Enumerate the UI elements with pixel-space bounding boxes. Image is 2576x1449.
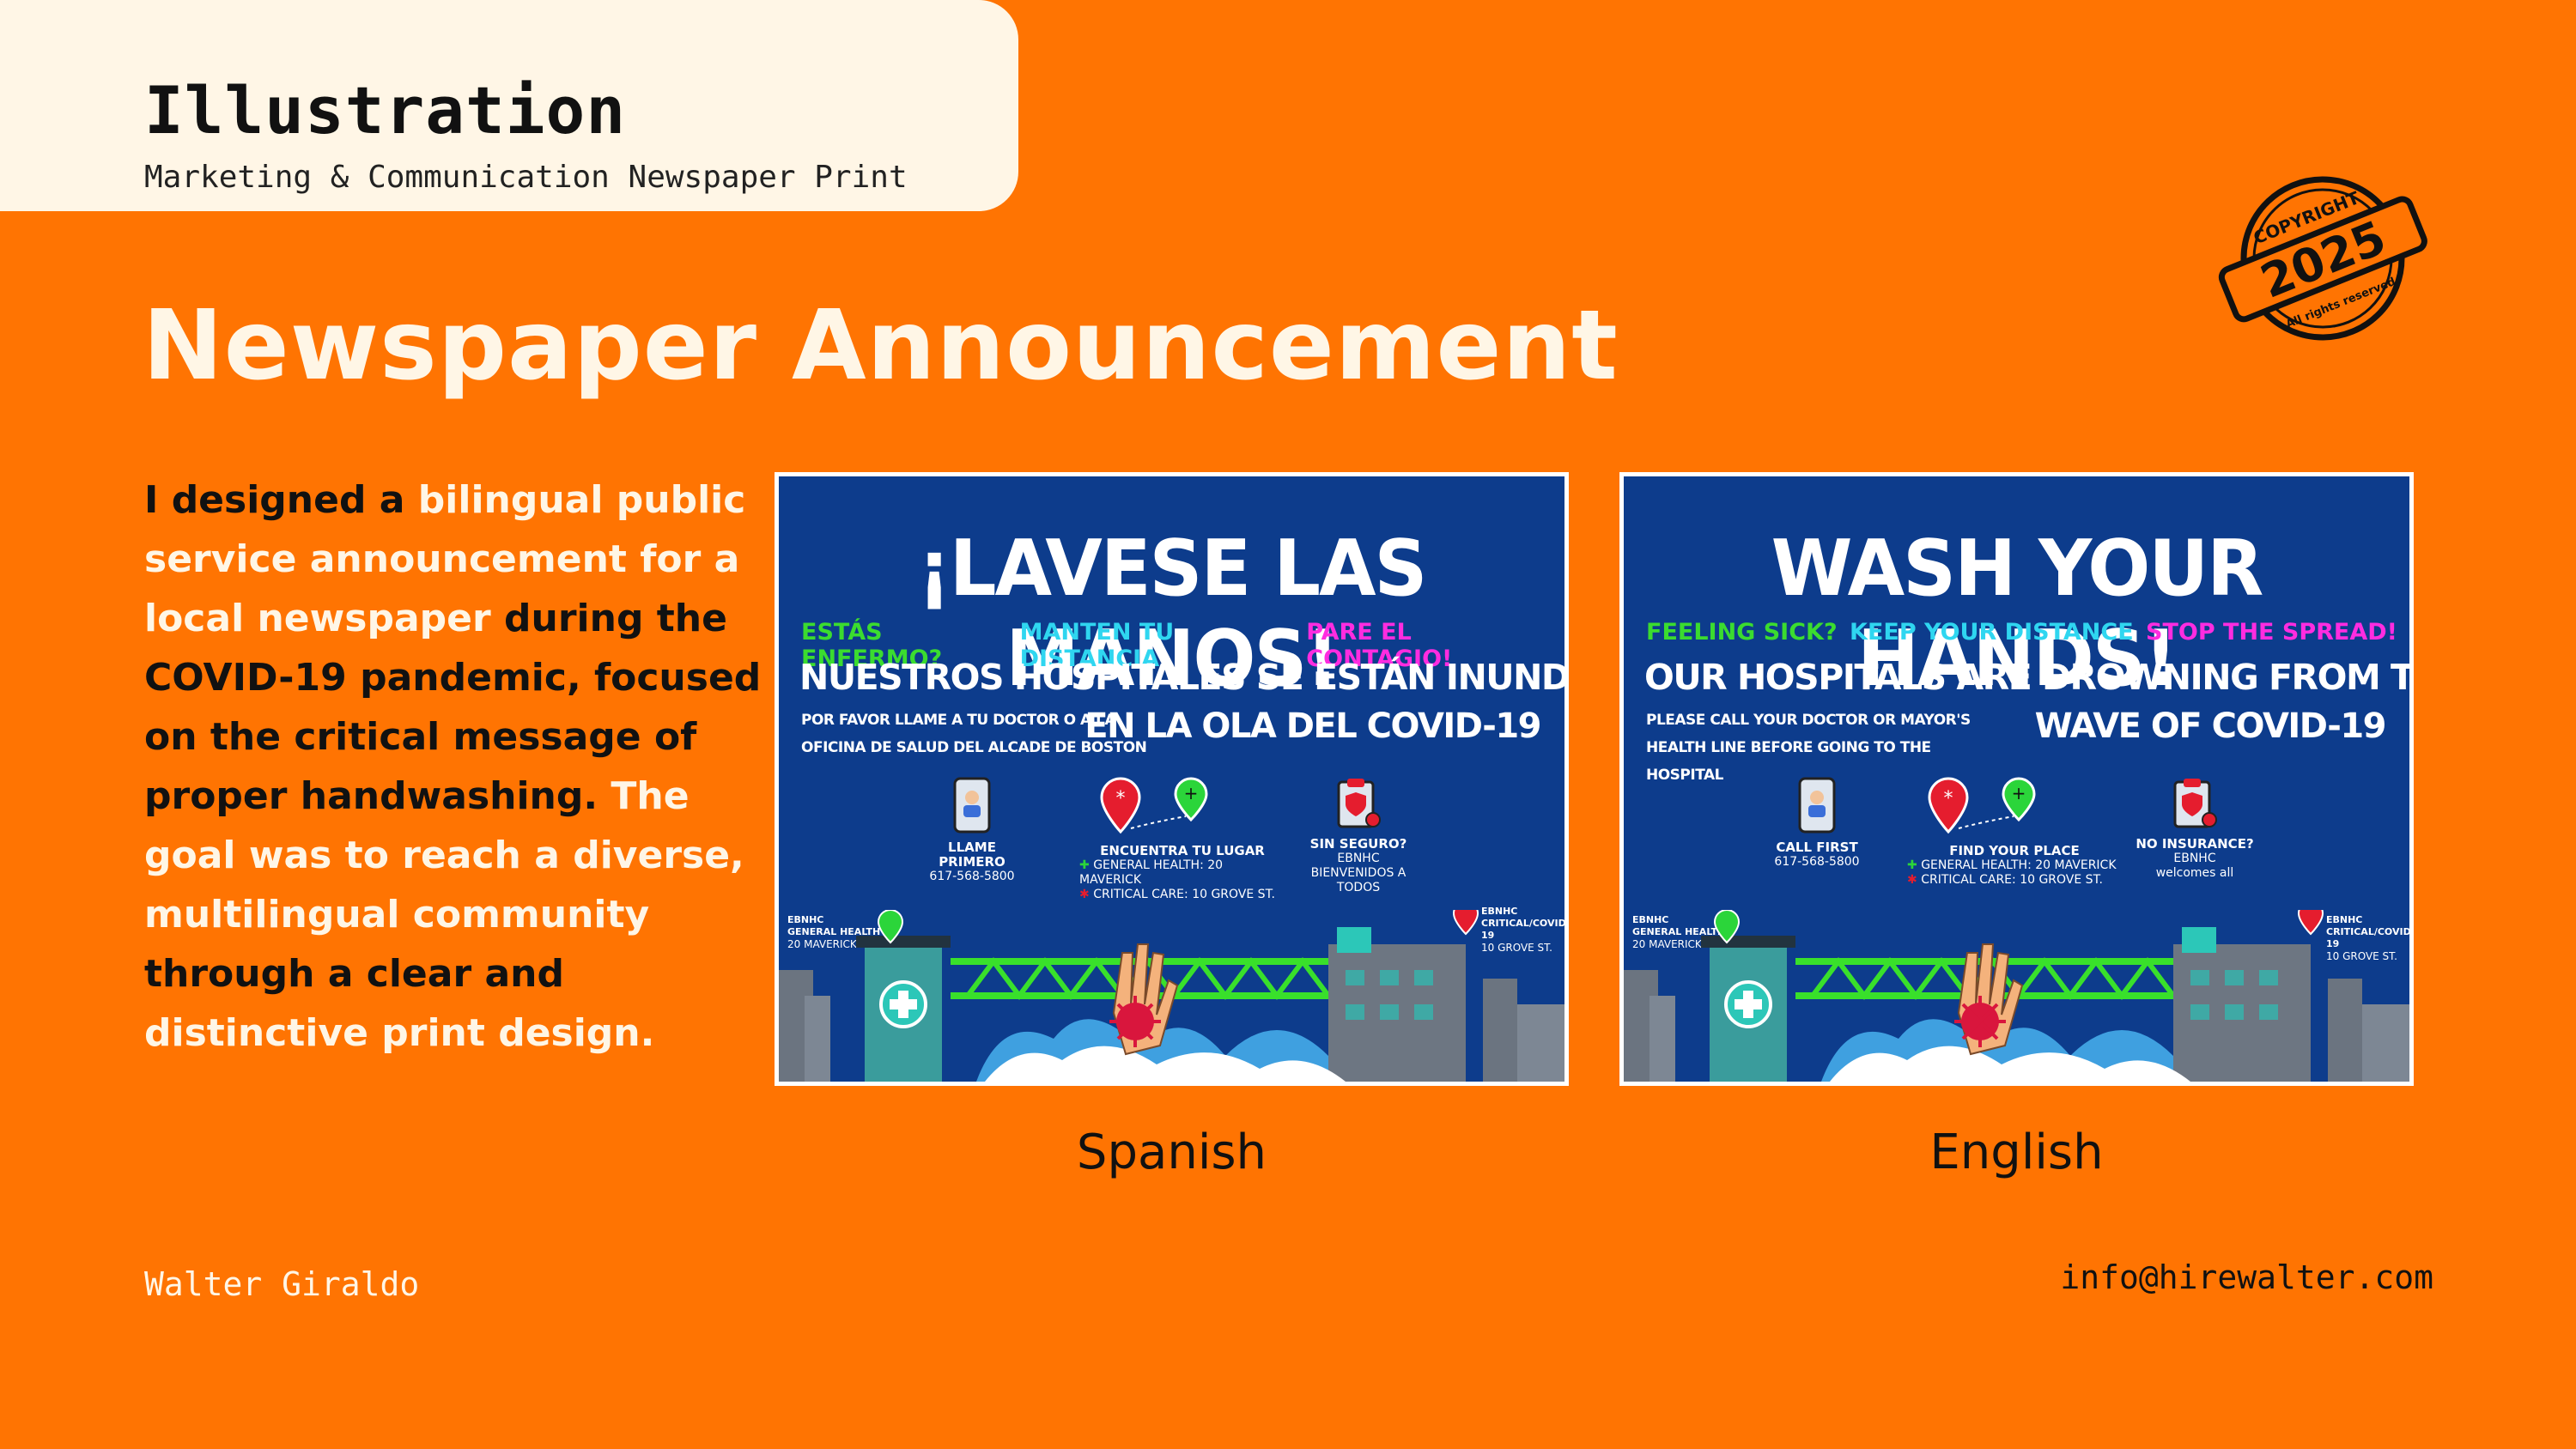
section-subtitle: Marketing & Communication Newspaper Prin… bbox=[144, 160, 908, 195]
call-phone: 617-568-5800 bbox=[929, 870, 1015, 883]
svg-text:+: + bbox=[1184, 783, 1199, 803]
poster-call-block: CALL FIRST 617-568-5800 bbox=[1761, 777, 1873, 870]
city-flood-illustration bbox=[779, 910, 1564, 1082]
find-line-1: GENERAL HEALTH: 20 MAVERICK bbox=[1921, 858, 2117, 872]
clipboard-shield-icon bbox=[2173, 779, 2217, 828]
poster-call-block: LLAME PRIMERO 617-568-5800 bbox=[916, 777, 1028, 884]
poster-message-1: NUESTROS HOSPITALES SE ESTÁN INUNDANDO bbox=[799, 657, 1569, 698]
poster-find-block: * + FIND YOUR PLACE ✚ GENERAL HEALTH: 20 … bbox=[1907, 777, 2122, 888]
insurance-title: NO INSURANCE? bbox=[2136, 836, 2254, 852]
poster-tagline-row: FEELING SICK? KEEP YOUR DISTANCE STOP TH… bbox=[1646, 619, 2397, 646]
location-pins-icon: * + bbox=[1928, 777, 2036, 834]
poster-find-block: * + ENCUENTRA TU LUGAR ✚ GENERAL HEALTH: … bbox=[1079, 777, 1285, 902]
description-segment: distinctive print design. bbox=[144, 1011, 655, 1055]
caption-spanish: Spanish bbox=[1076, 1125, 1267, 1180]
insurance-line-2: welcomes all bbox=[2155, 866, 2234, 880]
poster-tag-1: FEELING SICK? bbox=[1646, 619, 1838, 646]
description-segment: I designed a bbox=[144, 478, 418, 522]
description-paragraph: I designed a bilingual public service an… bbox=[144, 470, 762, 1063]
caption-english: English bbox=[1929, 1125, 2104, 1180]
poster-spanish: ¡LAVESE LAS MANOS! ESTÁS ENFERMO? MANTEN… bbox=[775, 472, 1569, 1086]
header-tab: Illustration Marketing & Communication N… bbox=[0, 0, 1018, 211]
insurance-line-1: EBNHC bbox=[2173, 852, 2216, 865]
contact-email[interactable]: info@hirewalter.com bbox=[2060, 1258, 2433, 1296]
poster-message-1: OUR HOSPITALS ARE DROWNING FROM THE bbox=[1644, 657, 2414, 698]
phone-doctor-icon bbox=[1798, 777, 1836, 834]
poster-message-2: WAVE OF COVID-19 bbox=[2034, 706, 2387, 746]
poster-english: WASH YOUR HANDS! FEELING SICK? KEEP YOUR… bbox=[1619, 472, 2414, 1086]
find-line-2: CRITICAL CARE: 10 GROVE ST. bbox=[1093, 888, 1275, 901]
find-line-2: CRITICAL CARE: 10 GROVE ST. bbox=[1921, 873, 2103, 887]
insurance-line-1: EBNHC bbox=[1337, 852, 1380, 865]
clipboard-shield-icon bbox=[1337, 779, 1381, 828]
poster-insurance-block: SIN SEGURO? EBNHC BIENVENIDOS A TODOS bbox=[1294, 777, 1423, 895]
call-title: CALL FIRST bbox=[1776, 840, 1858, 855]
phone-doctor-icon bbox=[953, 777, 991, 834]
call-title: LLAME PRIMERO bbox=[939, 840, 1005, 870]
insurance-line-2: BIENVENIDOS A TODOS bbox=[1310, 866, 1406, 894]
page-headline: Newspaper Announcement bbox=[143, 290, 1619, 402]
svg-text:*: * bbox=[1944, 788, 1953, 809]
author-name: Walter Giraldo bbox=[144, 1265, 420, 1303]
description-segment: through a clear and bbox=[144, 952, 564, 996]
poster-tag-2: KEEP YOUR DISTANCE bbox=[1850, 619, 2134, 646]
find-title: FIND YOUR PLACE bbox=[1949, 843, 2080, 858]
poster-tag-3: STOP THE SPREAD! bbox=[2146, 619, 2397, 646]
insurance-title: SIN SEGURO? bbox=[1309, 836, 1407, 852]
section-title: Illustration bbox=[144, 72, 627, 149]
copyright-stamp-icon: 2025 COPYRIGHT All rights reserved bbox=[2218, 176, 2427, 341]
poster-insurance-block: NO INSURANCE? EBNHC welcomes all bbox=[2130, 777, 2259, 881]
city-flood-illustration bbox=[1624, 910, 2409, 1082]
location-pins-icon: * + bbox=[1100, 777, 1208, 834]
find-line-1: GENERAL HEALTH: 20 MAVERICK bbox=[1079, 858, 1224, 887]
find-title: ENCUENTRA TU LUGAR bbox=[1100, 843, 1265, 858]
svg-text:*: * bbox=[1116, 788, 1126, 809]
call-phone: 617-568-5800 bbox=[1774, 855, 1860, 869]
poster-message-2: EN LA OLA DEL COVID-19 bbox=[1084, 706, 1541, 746]
svg-text:+: + bbox=[2012, 783, 2026, 803]
